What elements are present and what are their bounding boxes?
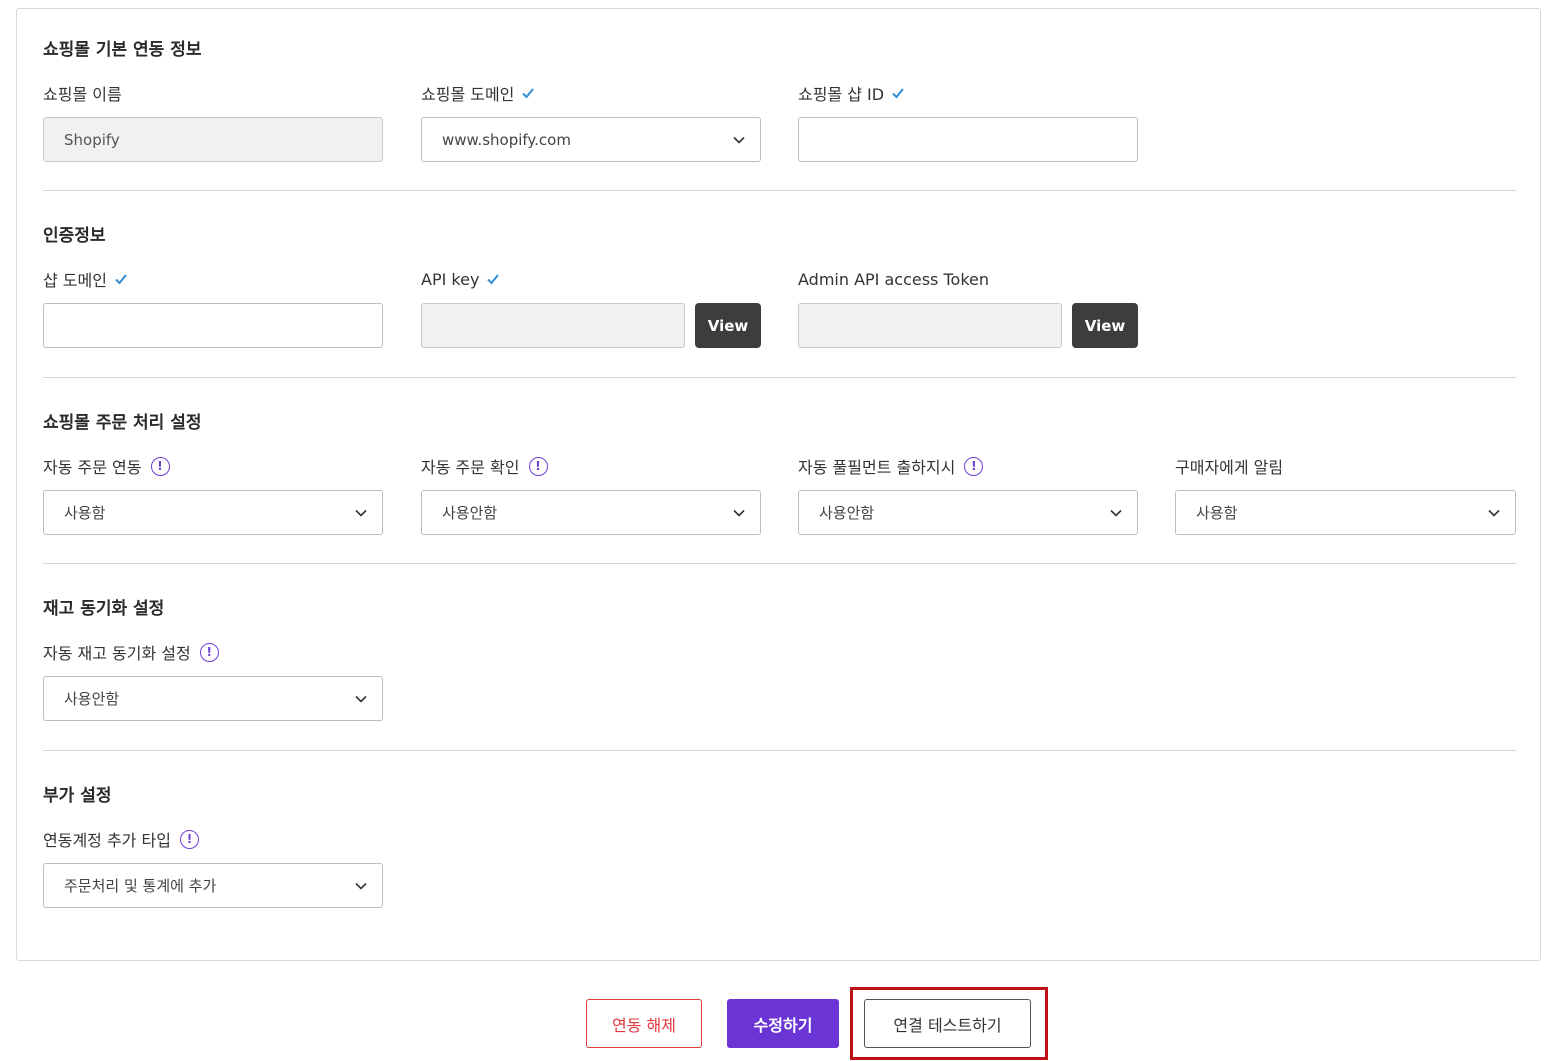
info-icon[interactable]: ! [528,456,548,476]
account-type-select[interactable]: 주문처리 및 통계에 추가 [43,863,383,908]
section-inventory: 재고 동기화 설정 자동 재고 동기화 설정 ! 사용안함 [43,594,1516,724]
auto-fulfillment-select[interactable]: 사용안함 [798,490,1138,535]
chevron-down-icon [355,882,367,890]
section-order: 쇼핑몰 주문 처리 설정 자동 주문 연동 ! 사용함 자동 주문 확인 ! 사… [43,408,1516,538]
admin-token-view-button[interactable]: View [1072,303,1138,348]
divider [43,750,1516,751]
auto-sync-value: 사용안함 [64,690,120,708]
account-type-label: 연동계정 추가 타입 [43,831,171,850]
check-icon [892,88,904,99]
section-title-auth: 인증정보 [43,226,106,246]
check-icon [522,88,535,99]
edit-button[interactable]: 수정하기 [727,999,839,1048]
auto-order-confirm-value: 사용안함 [442,504,498,522]
auto-order-confirm-select[interactable]: 사용안함 [421,490,761,535]
mall-domain-value: www.shopify.com [442,130,571,149]
admin-token-input[interactable] [798,303,1062,348]
mall-name-label: 쇼핑몰 이름 [43,85,122,104]
shop-id-label: 쇼핑몰 샵 ID [798,85,885,104]
chevron-down-icon [1110,509,1122,517]
shop-domain-input[interactable] [43,303,383,348]
notify-buyer-value: 사용함 [1196,504,1238,522]
info-icon[interactable]: ! [150,456,170,476]
settings-card: 쇼핑몰 기본 연동 정보 쇼핑몰 이름 Shopify 쇼핑몰 도메인 www.… [16,8,1541,961]
chevron-down-icon [733,509,745,517]
chevron-down-icon [1488,509,1500,517]
section-auth: 인증정보 샵 도메인 API key View Admin API access… [43,221,1516,351]
chevron-down-icon [355,695,367,703]
auto-order-link-select[interactable]: 사용함 [43,490,383,535]
api-key-label: API key [421,269,480,289]
mall-domain-select[interactable]: www.shopify.com [421,117,761,162]
info-icon[interactable]: ! [199,642,219,662]
divider [43,377,1516,378]
section-title-extra: 부가 설정 [43,786,112,806]
api-key-input[interactable] [421,303,685,348]
chevron-down-icon [355,509,367,517]
section-extra: 부가 설정 연동계정 추가 타입 ! 주문처리 및 통계에 추가 [43,781,1516,911]
divider [43,190,1516,191]
notify-buyer-label: 구매자에게 알림 [1175,458,1284,477]
shop-domain-label: 샵 도메인 [43,271,107,290]
section-title-basic: 쇼핑몰 기본 연동 정보 [43,40,202,60]
shop-id-input[interactable] [798,117,1138,162]
section-basic-info: 쇼핑몰 기본 연동 정보 쇼핑몰 이름 Shopify 쇼핑몰 도메인 www.… [43,35,1516,165]
api-key-view-button[interactable]: View [695,303,761,348]
section-title-inventory: 재고 동기화 설정 [43,599,165,619]
notify-buyer-select[interactable]: 사용함 [1175,490,1516,535]
mall-name-input[interactable]: Shopify [43,117,383,162]
auto-sync-select[interactable]: 사용안함 [43,676,383,721]
check-icon [487,274,500,285]
section-title-order: 쇼핑몰 주문 처리 설정 [43,413,202,433]
admin-token-label: Admin API access Token [798,269,989,289]
highlight-box [850,987,1048,1060]
chevron-down-icon [733,136,745,144]
auto-order-confirm-label: 자동 주문 확인 [421,458,520,477]
auto-fulfillment-label: 자동 풀필먼트 출하지시 [798,458,956,477]
account-type-value: 주문처리 및 통계에 추가 [64,877,217,895]
info-icon[interactable]: ! [964,456,984,476]
auto-sync-label: 자동 재고 동기화 설정 [43,644,191,663]
auto-fulfillment-value: 사용안함 [819,504,875,522]
mall-domain-label: 쇼핑몰 도메인 [421,85,515,104]
auto-order-link-label: 자동 주문 연동 [43,458,142,477]
auto-order-link-value: 사용함 [64,504,106,522]
unlink-button[interactable]: 연동 해제 [586,999,702,1048]
info-icon[interactable]: ! [179,829,199,849]
divider [43,563,1516,564]
check-icon [115,274,127,285]
